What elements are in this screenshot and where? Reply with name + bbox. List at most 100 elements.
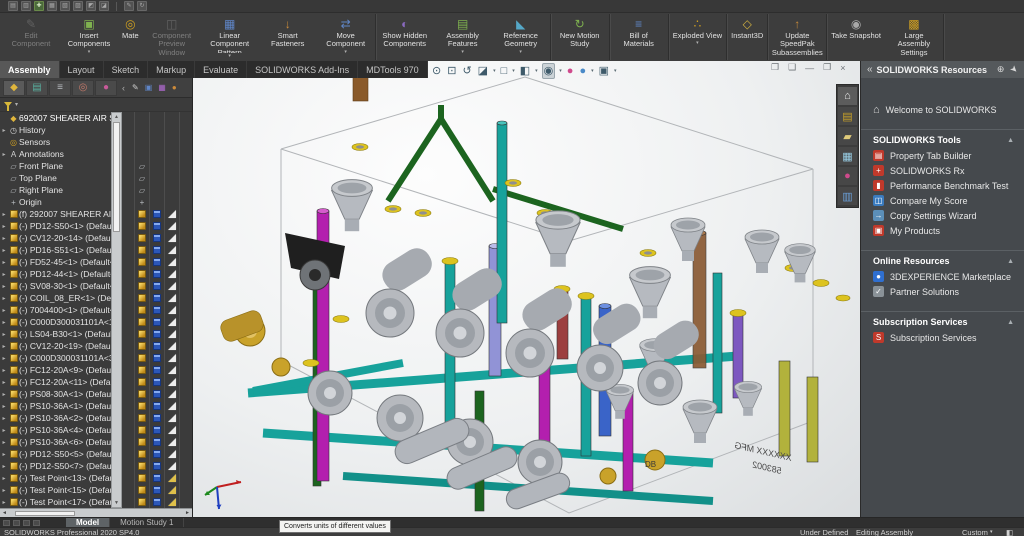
ribbon-button-show-hidden-components[interactable]: ◐ Show Hidden Components xyxy=(376,14,434,60)
scroll-down-arrow[interactable]: ▼ xyxy=(112,499,121,507)
solidworks-resources-tab[interactable]: ⌂ xyxy=(838,87,857,105)
tree-item-folder[interactable]: ◎ Sensors xyxy=(0,136,111,148)
edit-appearance-icon[interactable]: ● xyxy=(566,64,575,78)
expand-caret-icon[interactable]: ▸ xyxy=(0,235,8,242)
tree-item-component[interactable]: ▸ (-) C000D300031101A<1> (Default< xyxy=(0,316,111,328)
new-window-icon[interactable]: ❐ xyxy=(771,62,779,73)
ribbon-button-move-component[interactable]: ⇄ Move Component ▾ xyxy=(317,14,375,60)
expand-caret-icon[interactable]: ▸ xyxy=(0,475,8,482)
expand-caret-icon[interactable]: ▸ xyxy=(0,151,8,158)
ribbon-button-new-motion-study[interactable]: ↻ New Motion Study xyxy=(551,14,609,60)
tree-item-component[interactable]: ▸ (-) LS04-B30<1> (Default<<Defaul xyxy=(0,328,111,340)
tab-evaluate[interactable]: Evaluate xyxy=(195,61,248,78)
expand-caret-icon[interactable]: ▸ xyxy=(0,331,8,338)
expand-caret-icon[interactable]: ▸ xyxy=(0,283,8,290)
zoom-to-fit-icon[interactable]: ⊙ xyxy=(431,64,442,78)
collapse-chevron-icon[interactable]: ▲ xyxy=(1007,137,1014,144)
task-pane-item-welcome[interactable]: ⌂ Welcome to SOLIDWORKS xyxy=(861,102,1024,117)
tree-horizontal-scrollbar[interactable]: ◄ ► xyxy=(0,508,192,517)
pane-splitter-button[interactable] xyxy=(33,519,40,526)
tree-item-component[interactable]: ▸ (-) CV12-20<14> (Default<<Defaul xyxy=(0,232,111,244)
tree-item-component[interactable]: ▸ (-) FC12-20A<11> (Default<<Defau xyxy=(0,376,111,388)
expand-caret-icon[interactable]: ▸ xyxy=(0,403,8,410)
ribbon-button-exploded-view[interactable]: ∴ Exploded View ▾ xyxy=(669,14,726,60)
expand-caret-icon[interactable]: ▸ xyxy=(0,415,8,422)
minimize-window-icon[interactable]: — xyxy=(805,63,814,73)
tab-markup[interactable]: Markup xyxy=(148,61,196,78)
tree-item-component[interactable]: ▸ (-) Test Point<17> (Default<<Defa xyxy=(0,496,111,508)
ribbon-button-bill-of-materials[interactable]: ≡ Bill of Materials xyxy=(610,14,668,60)
tab-sketch[interactable]: Sketch xyxy=(104,61,149,78)
task-pane-item-my-products[interactable]: ▣ My Products xyxy=(861,223,1024,238)
motion-tab-motion-study-1[interactable]: Motion Study 1 xyxy=(110,517,185,528)
tree-item-component[interactable]: ▸ (-) PD16-S51<1> (Default<<Defaul xyxy=(0,244,111,256)
tree-item-plane[interactable]: ▱ Top Plane xyxy=(0,172,111,184)
dropdown-caret-icon[interactable]: ▾ xyxy=(228,53,231,59)
tree-item-component[interactable]: ▸ (-) COIL_08_ER<1> (Default<<Defa xyxy=(0,292,111,304)
ribbon-button-insert-components[interactable]: ▣ Insert Components ▾ xyxy=(60,14,118,60)
tags-icon[interactable]: ◧ xyxy=(1006,528,1013,536)
expand-caret-icon[interactable]: ▸ xyxy=(0,499,8,506)
task-pane-item-solidworks-rx[interactable]: + SOLIDWORKS Rx xyxy=(861,163,1024,178)
qat-icon[interactable]: ▦ xyxy=(47,1,57,11)
tree-item-component[interactable]: ▸ (-) PS10-36A<4> (Default<<Defaul xyxy=(0,424,111,436)
file-explorer-tab[interactable]: ▰ xyxy=(838,127,857,145)
tree-item-plane[interactable]: ▱ Front Plane xyxy=(0,160,111,172)
close-window-icon[interactable]: × xyxy=(840,63,845,73)
task-pane-item-copy-settings-wizard[interactable]: → Copy Settings Wizard xyxy=(861,208,1024,223)
tree-item-component[interactable]: ▸ (-) PS08-30A<1> (Default<<Defaul xyxy=(0,388,111,400)
expand-caret-icon[interactable]: ▸ xyxy=(0,451,8,458)
tree-item-component[interactable]: ▸ (-) Test Point<15> (Default<<Defa xyxy=(0,484,111,496)
scroll-right-arrow[interactable]: ► xyxy=(185,510,190,516)
ribbon-button-smart-fasteners[interactable]: ↓ Smart Fasteners xyxy=(259,14,317,60)
pane-splitter-button[interactable] xyxy=(23,519,30,526)
custom-properties-tab[interactable]: ▥ xyxy=(838,187,857,205)
view-palette-tab[interactable]: ▦ xyxy=(838,147,857,165)
displaymanager-tab[interactable]: ● xyxy=(95,79,117,96)
qat-icon[interactable]: ▤ xyxy=(8,1,18,11)
pane-splitter-button[interactable] xyxy=(13,519,20,526)
tab-mdtools-970[interactable]: MDTools 970 xyxy=(358,61,428,78)
tree-item-component[interactable]: ▸ (-) SV08-30<1> (Default<<Default xyxy=(0,280,111,292)
dropdown-caret-icon[interactable]: ▾ xyxy=(535,68,538,74)
tree-item-component[interactable]: ▸ (-) PD12-S50<5> (Default<<Defaul xyxy=(0,448,111,460)
expand-caret-icon[interactable]: ▸ xyxy=(0,223,8,230)
zoom-to-area-icon[interactable]: ⊡ xyxy=(446,64,457,78)
tree-vertical-scrollbar[interactable]: ▲ ▼ xyxy=(111,112,122,508)
configurationmanager-tab[interactable]: ≡ xyxy=(49,79,71,96)
tree-item-folder[interactable]: ▸ A Annotations xyxy=(0,148,111,160)
qat-icon[interactable]: ▨ xyxy=(73,1,83,11)
expand-caret-icon[interactable]: ▸ xyxy=(0,367,8,374)
expand-caret-icon[interactable]: ▸ xyxy=(0,463,8,470)
task-pane-section-header[interactable]: Online Resources ▲ xyxy=(861,250,1024,269)
tab-solidworks-add-ins[interactable]: SOLIDWORKS Add-Ins xyxy=(247,61,359,78)
featuremanager-tab[interactable]: ◆ xyxy=(3,79,25,96)
dropdown-caret-icon[interactable]: ▾ xyxy=(344,49,347,55)
ribbon-button-mate[interactable]: ◎ Mate xyxy=(118,14,143,60)
pin-icon[interactable]: ➤ xyxy=(1008,63,1020,76)
graphics-viewport[interactable]: XXXXXX MFG 583002 DB ⊙ ⊡ ↺ ◪ ▾ □ ▾ ◧ ▾ ◉ ▾ ● ● ▾ ▣ ▾ ❐ ❑… xyxy=(193,61,860,517)
dropdown-caret-icon[interactable]: ▾ xyxy=(512,68,515,74)
view-settings-icon[interactable]: ▣ xyxy=(598,64,610,78)
previous-view-icon[interactable]: ↺ xyxy=(461,64,472,78)
tree-item-component[interactable]: ▸ (-) PD12-S50<7> (Default<<Defaul xyxy=(0,460,111,472)
ribbon-button-assembly-features[interactable]: ▤ Assembly Features ▾ xyxy=(434,14,492,60)
expand-caret-icon[interactable]: ▸ xyxy=(0,379,8,386)
expand-caret-icon[interactable]: ▸ xyxy=(0,211,8,218)
hscrollbar-thumb[interactable] xyxy=(14,510,75,516)
dropdown-caret-icon[interactable]: ▾ xyxy=(559,68,562,74)
dropdown-caret-icon[interactable]: ▾ xyxy=(519,49,522,55)
units-caret-icon[interactable]: ▾ xyxy=(990,528,993,536)
tab-assembly[interactable]: Assembly xyxy=(0,61,60,78)
expand-caret-icon[interactable]: ▸ xyxy=(0,295,8,302)
dropdown-caret-icon[interactable]: ▾ xyxy=(493,68,496,74)
task-pane-section-header[interactable]: SOLIDWORKS Tools ▲ xyxy=(861,129,1024,148)
status-units-selector[interactable]: Custom xyxy=(962,528,988,536)
qat-icon[interactable]: ▥ xyxy=(21,1,31,11)
dimxpertmanager-tab[interactable]: ◎ xyxy=(72,79,94,96)
filter-caret-icon[interactable]: ▾ xyxy=(15,101,18,108)
dropdown-caret-icon[interactable]: ▾ xyxy=(614,68,617,74)
task-pane-item-property-tab-builder[interactable]: ▤ Property Tab Builder xyxy=(861,148,1024,163)
ribbon-button-update-speedpak-subassemblies[interactable]: ↑ Update SpeedPak Subassemblies xyxy=(768,14,826,60)
scroll-left-arrow[interactable]: ◄ xyxy=(2,510,7,516)
